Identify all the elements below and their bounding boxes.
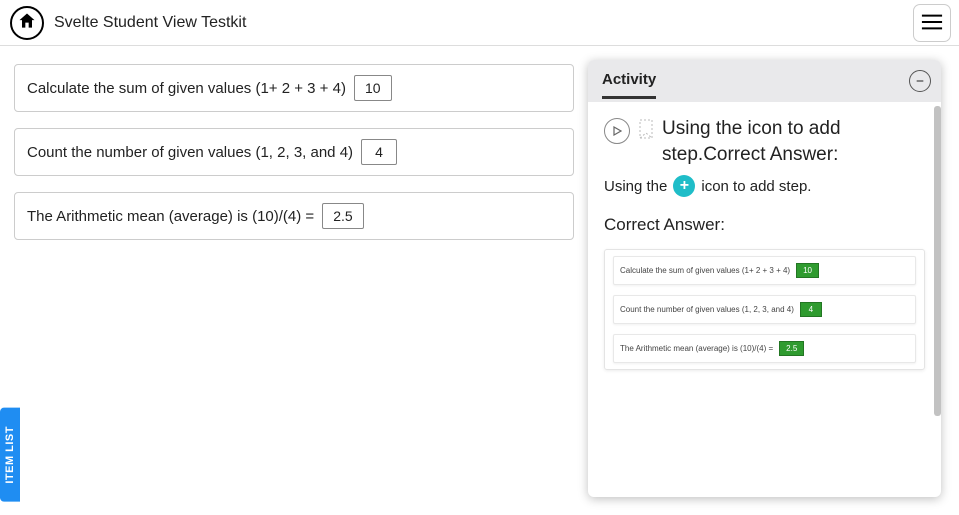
hint-title: Using the icon to add step.Correct Answe… xyxy=(662,116,925,167)
home-icon xyxy=(17,11,37,34)
bookmark-icon xyxy=(639,119,653,144)
mini-answer: 10 xyxy=(796,263,819,278)
mini-row: Calculate the sum of given values (1+ 2 … xyxy=(613,256,916,285)
question-prompt: Calculate the sum of given values (1+ 2 … xyxy=(27,80,346,97)
question-row: The Arithmetic mean (average) is (10)/(4… xyxy=(14,192,574,240)
mini-prompt: The Arithmetic mean (average) is (10)/(4… xyxy=(620,344,773,353)
home-button[interactable] xyxy=(10,6,44,40)
activity-tab[interactable]: Activity xyxy=(602,63,656,99)
app-header: Svelte Student View Testkit xyxy=(0,0,959,46)
hint-line: Using the + icon to add step. xyxy=(604,175,925,197)
hint-row: Using the icon to add step.Correct Answe… xyxy=(604,116,925,167)
menu-button[interactable] xyxy=(913,4,951,42)
activity-header: Activity xyxy=(588,60,941,102)
collapse-button[interactable] xyxy=(909,70,931,92)
mini-row: Count the number of given values (1, 2, … xyxy=(613,295,916,324)
activity-body: Using the icon to add step. Correct Answe… xyxy=(588,102,941,497)
mini-prompt: Count the number of given values (1, 2, … xyxy=(620,305,794,314)
question-row: Calculate the sum of given values (1+ 2 … xyxy=(14,64,574,112)
plus-icon: + xyxy=(673,175,695,197)
play-button[interactable] xyxy=(604,118,630,144)
question-prompt: The Arithmetic mean (average) is (10)/(4… xyxy=(27,208,314,225)
answer-input[interactable]: 2.5 xyxy=(322,203,363,229)
correct-answer-preview: Calculate the sum of given values (1+ 2 … xyxy=(604,249,925,370)
app-title: Svelte Student View Testkit xyxy=(54,14,246,32)
mini-row: The Arithmetic mean (average) is (10)/(4… xyxy=(613,334,916,363)
hamburger-icon xyxy=(921,13,943,34)
mini-prompt: Calculate the sum of given values (1+ 2 … xyxy=(620,266,790,275)
answer-input[interactable]: 10 xyxy=(354,75,392,101)
question-prompt: Count the number of given values (1, 2, … xyxy=(27,144,353,161)
answer-input[interactable]: 4 xyxy=(361,139,397,165)
main-area: Calculate the sum of given values (1+ 2 … xyxy=(0,46,959,515)
question-column: Calculate the sum of given values (1+ 2 … xyxy=(0,46,588,515)
activity-panel: Activity Using the icon to xyxy=(588,60,941,497)
scrollbar[interactable] xyxy=(934,106,941,416)
question-row: Count the number of given values (1, 2, … xyxy=(14,128,574,176)
hint-line-pre: Using the xyxy=(604,178,667,195)
mini-answer: 2.5 xyxy=(779,341,804,356)
bookmark-button[interactable] xyxy=(638,118,654,144)
correct-answer-heading: Correct Answer: xyxy=(604,215,925,235)
hint-line-post: icon to add step. xyxy=(701,178,811,195)
item-list-tab[interactable]: ITEM LIST xyxy=(0,408,20,502)
minus-icon xyxy=(915,73,925,89)
mini-answer: 4 xyxy=(800,302,822,317)
play-icon xyxy=(612,123,622,139)
